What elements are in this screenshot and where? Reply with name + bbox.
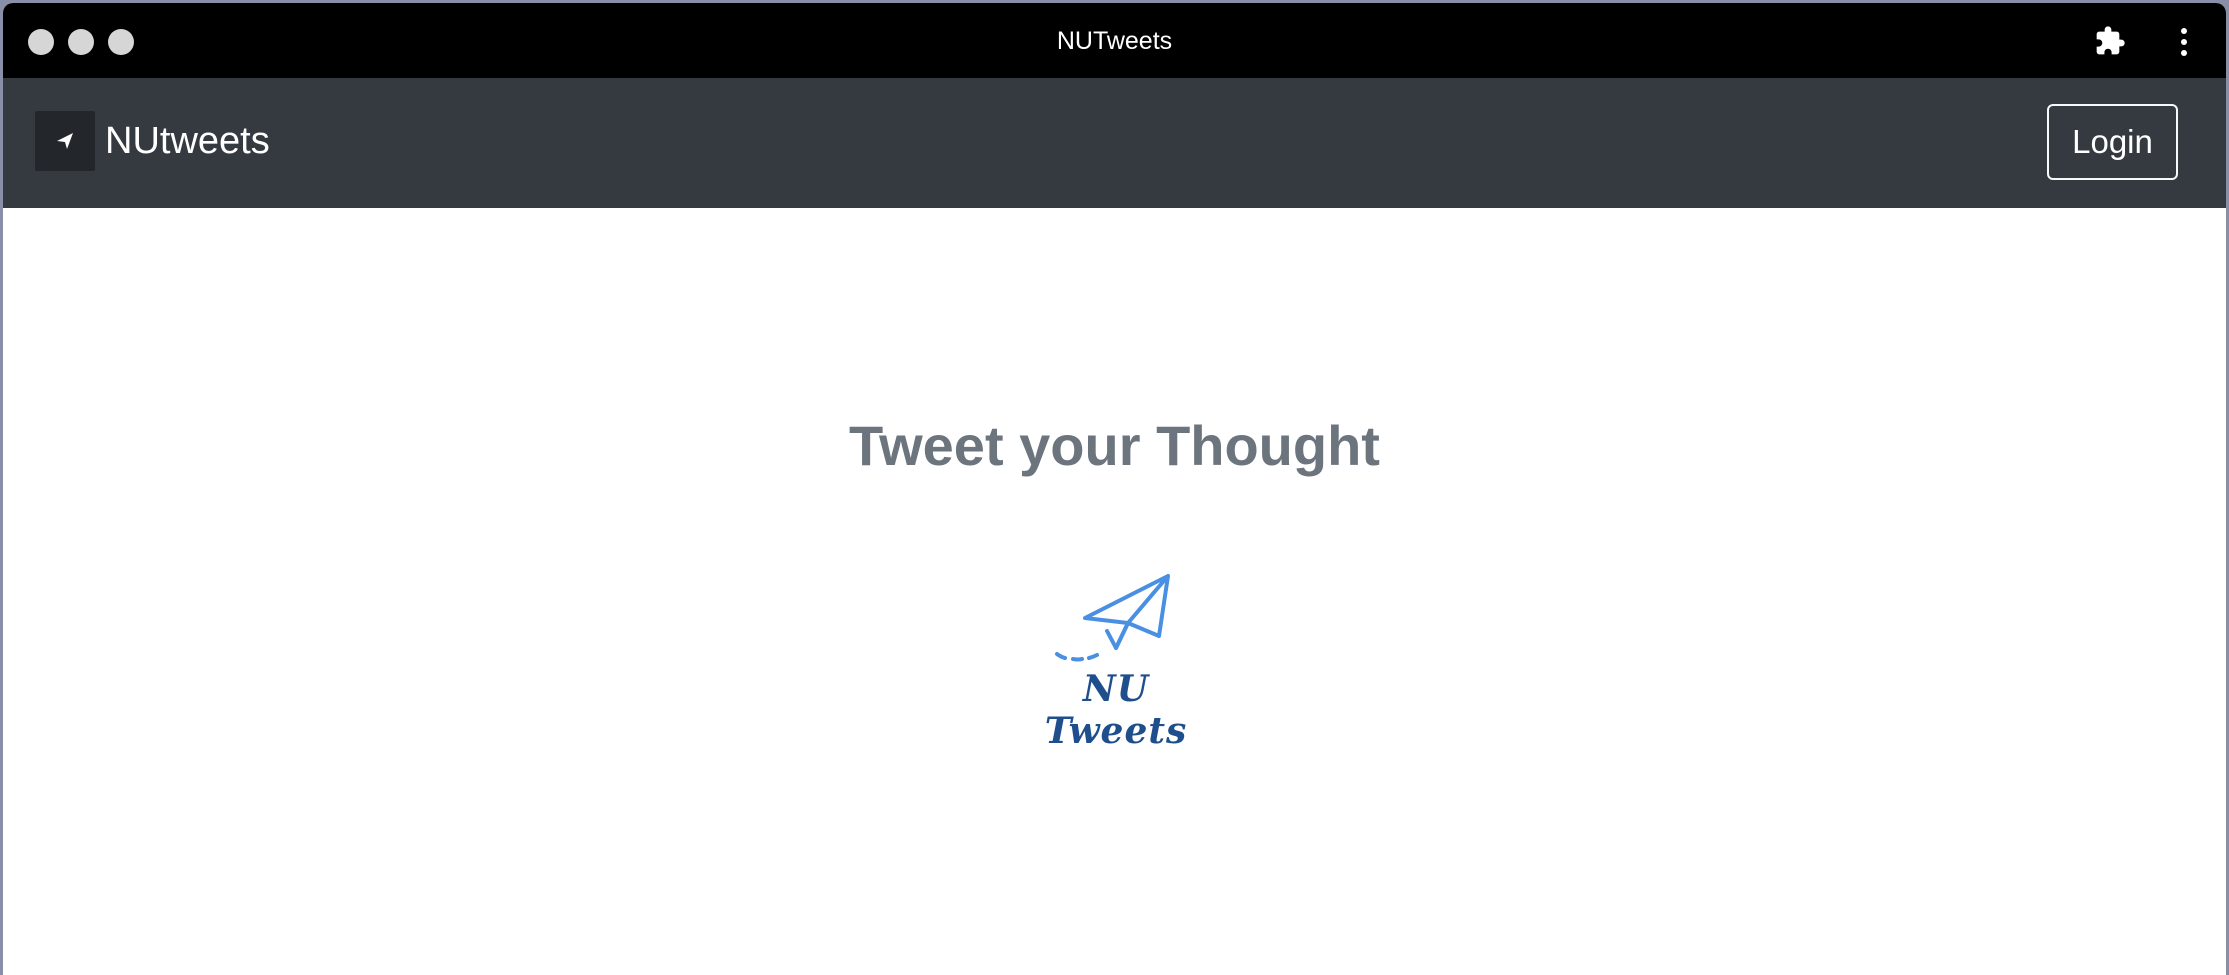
brand-name: NUtweets — [105, 119, 270, 162]
brand-logo — [35, 111, 95, 171]
puzzle-icon[interactable] — [2094, 25, 2126, 57]
brand-link[interactable]: NUtweets — [35, 111, 270, 171]
title-bar: NUTweets — [3, 3, 2226, 78]
more-options-icon[interactable] — [2178, 27, 2190, 57]
paper-plane-icon — [1055, 574, 1170, 662]
nutweets-logo: NU Tweets — [1021, 568, 1211, 752]
login-button[interactable]: Login — [2047, 104, 2178, 180]
paper-plane-icon — [57, 133, 73, 149]
logo-wordmark: NU Tweets — [1044, 668, 1188, 752]
window-title: NUTweets — [1056, 27, 1173, 55]
browser-window: NUTweets NUtweets Login Tweet your Thoug… — [3, 3, 2226, 975]
hero-title: Tweet your Thought — [849, 414, 1380, 477]
navbar: NUtweets Login — [3, 78, 2226, 208]
